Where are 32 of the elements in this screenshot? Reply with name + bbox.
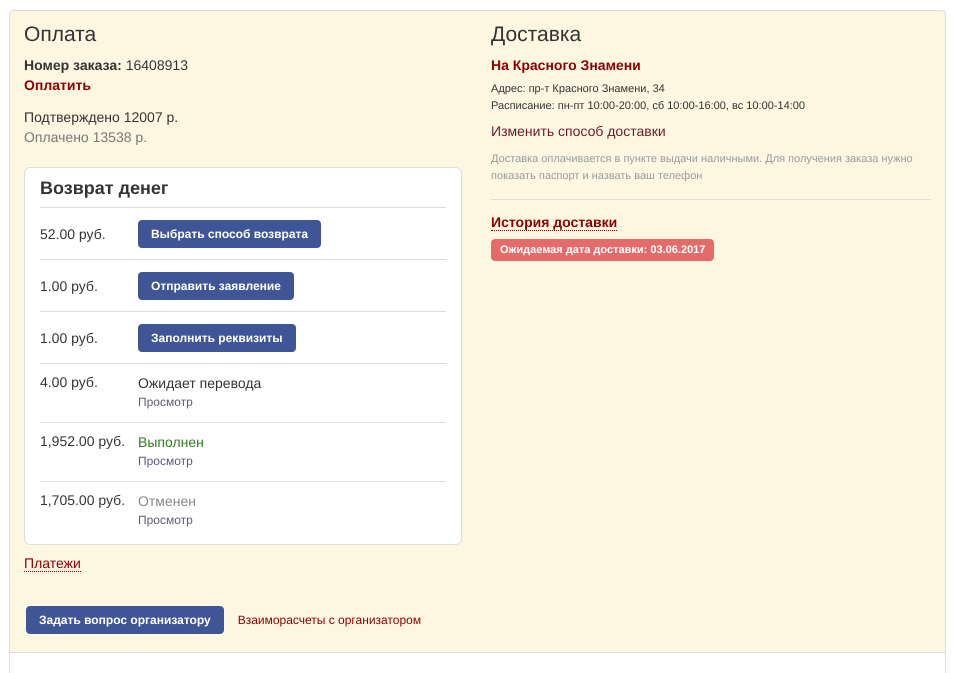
address-text: Адрес: пр-т Красного Знамени, 34 bbox=[491, 82, 666, 97]
refund-amount: 1,705.00 руб. bbox=[40, 492, 126, 508]
change-delivery-link[interactable]: Изменить способ доставки bbox=[491, 123, 666, 139]
refund-amount: 1,952.00 руб. bbox=[40, 433, 126, 449]
view-link[interactable]: Просмотр bbox=[138, 510, 193, 530]
view-link[interactable]: Просмотр bbox=[138, 392, 193, 412]
expected-date-badge: Ожидаемая дата доставки: 03.06.2017 bbox=[491, 239, 714, 261]
refund-status: Ожидает перевода bbox=[138, 374, 262, 392]
schedule-text: Расписание: пн-пт 10:00-20:00, сб 10:00-16:00, вс 10:00-14:00 bbox=[491, 99, 806, 114]
paid-amount: Оплачено 13538 р. bbox=[24, 128, 148, 147]
delivery-note: Доставка оплачивается в пункте выдачи наличными. Для получения заказа нужно показать паспорт и назвать ваш телефон bbox=[491, 152, 914, 184]
refund-amount: 4.00 руб. bbox=[40, 374, 99, 390]
section-title: Доставка bbox=[491, 23, 582, 47]
order-number: Номер заказа: 16408913 bbox=[24, 56, 189, 75]
section-title: Оплата bbox=[24, 23, 98, 47]
ask-organizer-button[interactable]: Задать вопрос организатору bbox=[26, 606, 224, 634]
refund-action-button[interactable]: Заполнить реквизиты bbox=[138, 324, 296, 352]
pay-link[interactable]: Оплатить bbox=[24, 75, 91, 95]
delivery-history-link[interactable]: История доставки bbox=[491, 214, 618, 231]
refund-status: Выполнен bbox=[138, 433, 205, 451]
refund-amount: 1.00 руб. bbox=[40, 278, 99, 294]
view-link[interactable]: Просмотр bbox=[138, 451, 193, 471]
card-title: Возврат денег bbox=[40, 178, 170, 199]
refund-amount: 1.00 руб. bbox=[40, 330, 99, 346]
payments-link[interactable]: Платежи bbox=[24, 555, 81, 572]
refund-action-button[interactable]: Выбрать способ возврата bbox=[138, 220, 322, 248]
settlements-link[interactable]: Взаиморасчеты с организатором bbox=[238, 613, 422, 627]
pickup-point-name: На Красного Знамени bbox=[491, 56, 642, 75]
refund-action-button[interactable]: Отправить заявление bbox=[138, 272, 294, 300]
refund-amount: 52.00 руб. bbox=[40, 226, 107, 242]
confirmed-amount: Подтверждено 12007 р. bbox=[24, 108, 180, 127]
refund-status: Отменен bbox=[138, 492, 197, 510]
